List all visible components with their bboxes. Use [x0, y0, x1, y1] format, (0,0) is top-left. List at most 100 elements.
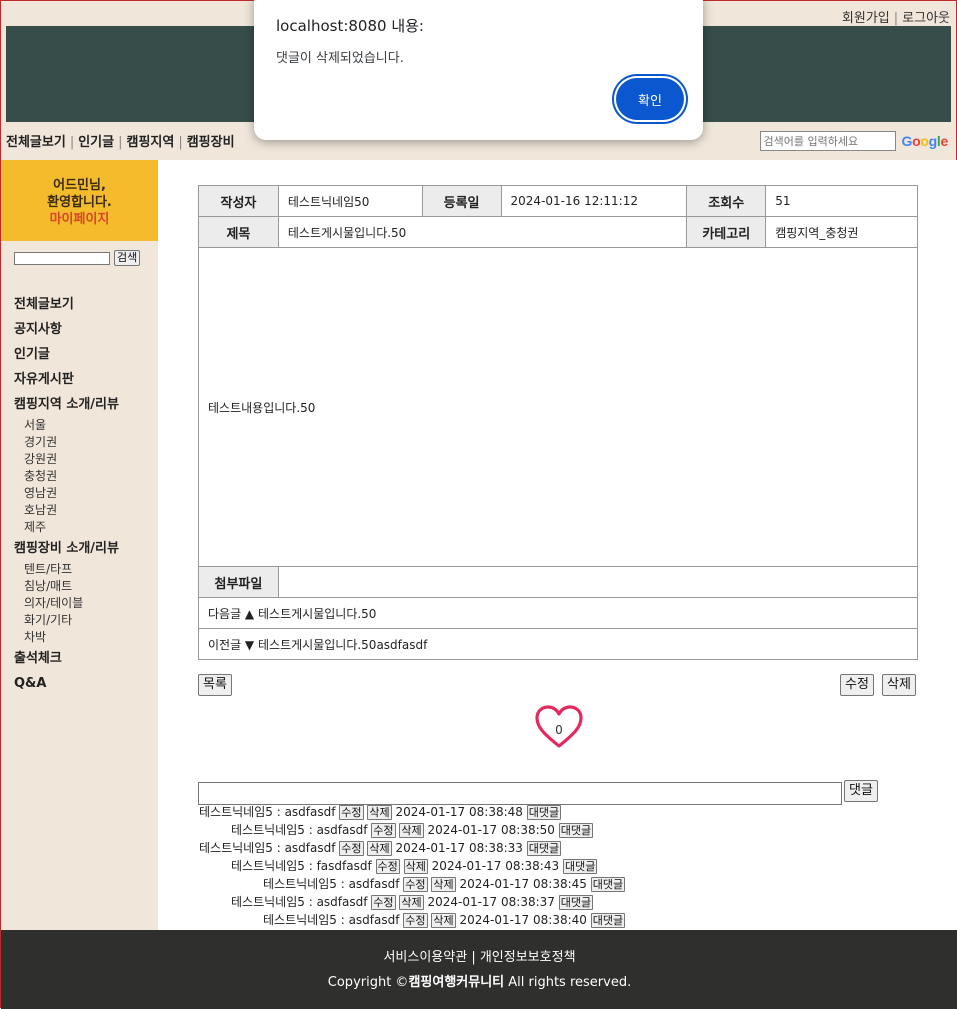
comment-author: 테스트닉네임5	[231, 895, 305, 909]
comment-edit-button[interactable]: 수정	[403, 877, 428, 892]
next-post-link[interactable]: 테스트게시물입니다.50	[258, 607, 376, 621]
comment-delete-button[interactable]: 삭제	[431, 877, 456, 892]
prev-post: 이전글 ▼ 테스트게시물입니다.50asdfasdf	[198, 628, 918, 660]
comment-author: 테스트닉네임5	[263, 913, 337, 927]
nav-camping-area[interactable]: 캠핑지역	[126, 135, 174, 150]
comment-delete-button[interactable]: 삭제	[403, 859, 428, 874]
nav-camping-gear[interactable]: 캠핑장비	[187, 135, 235, 150]
sidebar-search: 검색	[14, 250, 158, 266]
top-links: 회원가입 | 로그아웃	[842, 7, 950, 26]
comment-row: 테스트닉네임5 : asdfasdf 수정 삭제 2024-01-17 08:3…	[199, 805, 562, 820]
welcome-box: 어드민님, 환영합니다. 마이페이지	[1, 160, 158, 241]
sidebar-submenu-item[interactable]: 차박	[14, 629, 158, 646]
footer-brand: 캠핑여행커뮤니티	[408, 975, 505, 990]
copyright-suffix: All rights reserved.	[508, 975, 632, 990]
date-value: 2024-01-16 12:11:12	[500, 185, 688, 217]
comment-author: 테스트닉네임5	[231, 859, 305, 873]
attachment-value	[277, 566, 919, 598]
sidebar-menu-item[interactable]: 캠핑지역 소개/리뷰	[14, 392, 158, 417]
comment-text: asdfasdf	[316, 895, 368, 909]
signup-link[interactable]: 회원가입	[842, 11, 890, 26]
sidebar-submenu-item[interactable]: 충청권	[14, 468, 158, 485]
comment-date: 2024-01-17 08:38:40	[459, 913, 587, 927]
sidebar-menu-item[interactable]: 자유게시판	[14, 367, 158, 392]
sidebar-submenu-item[interactable]: 서울	[14, 417, 158, 434]
sidebar-submenu-item[interactable]: 경기권	[14, 434, 158, 451]
comment-edit-button[interactable]: 수정	[375, 859, 400, 874]
author-label: 작성자	[198, 185, 279, 217]
sidebar-submenu-item[interactable]: 텐트/타프	[14, 561, 158, 578]
comment-delete-button[interactable]: 삭제	[367, 841, 392, 856]
comment-date: 2024-01-17 08:38:50	[427, 823, 555, 837]
comment-submit-button[interactable]: 댓글	[844, 780, 878, 802]
comment-date: 2024-01-17 08:38:33	[395, 841, 523, 855]
category-label: 카테고리	[686, 216, 767, 248]
comment-reply-button[interactable]: 대댓글	[558, 823, 594, 838]
edit-button[interactable]: 수정	[840, 674, 874, 696]
sidebar-submenu-item[interactable]: 제주	[14, 519, 158, 536]
terms-link[interactable]: 서비스이용약관	[383, 950, 467, 965]
comment-delete-button[interactable]: 삭제	[367, 805, 392, 820]
comment-edit-button[interactable]: 수정	[339, 841, 364, 856]
views-value: 51	[765, 185, 918, 217]
comment-reply-button[interactable]: 대댓글	[590, 877, 626, 892]
mypage-link[interactable]: 마이페이지	[50, 212, 110, 227]
sidebar-menu-item[interactable]: Q&A	[14, 671, 158, 696]
google-logo: Google	[901, 133, 949, 149]
alert-dialog: localhost:8080 내용: 댓글이 삭제되었습니다. 확인	[254, 0, 703, 140]
comment-row: 테스트닉네임5 : asdfasdf 수정 삭제 2024-01-17 08:3…	[263, 877, 626, 892]
comment-reply-button[interactable]: 대댓글	[526, 841, 562, 856]
google-search-input[interactable]	[759, 131, 896, 151]
comment-delete-button[interactable]: 삭제	[431, 913, 456, 928]
sidebar-submenu-item[interactable]: 의자/테이블	[14, 595, 158, 612]
sidebar-search-button[interactable]: 검색	[114, 250, 141, 266]
sidebar-submenu-item[interactable]: 강원권	[14, 451, 158, 468]
delete-button[interactable]: 삭제	[882, 674, 916, 696]
comment-delete-button[interactable]: 삭제	[399, 895, 424, 910]
nav-popular[interactable]: 인기글	[78, 135, 114, 150]
comment-row: 테스트닉네임5 : asdfasdf 수정 삭제 2024-01-17 08:3…	[199, 841, 562, 856]
sidebar-submenu-item[interactable]: 화기/기타	[14, 612, 158, 629]
sidebar-menu-item[interactable]: 전체글보기	[14, 292, 158, 317]
privacy-link[interactable]: 개인정보보호정책	[480, 950, 576, 965]
comment-edit-button[interactable]: 수정	[371, 823, 396, 838]
dialog-ok-button[interactable]: 확인	[616, 78, 684, 120]
comment-author: 테스트닉네임5	[199, 805, 273, 819]
sidebar-search-input[interactable]	[14, 251, 110, 265]
sidebar-menu-item[interactable]: 캠핑장비 소개/리뷰	[14, 536, 158, 561]
sidebar-menu-item[interactable]: 인기글	[14, 342, 158, 367]
nav-all-posts[interactable]: 전체글보기	[6, 135, 66, 150]
sidebar-submenu-item[interactable]: 침낭/매트	[14, 578, 158, 595]
comment-reply-button[interactable]: 대댓글	[526, 805, 562, 820]
sidebar-menu: 전체글보기 공지사항 인기글 자유게시판 캠핑지역 소개/리뷰 서울 경기권 강원권 충청권 영남…	[14, 292, 158, 696]
separator: |	[69, 135, 75, 150]
comment-text: asdfasdf	[348, 877, 400, 891]
comment-reply-button[interactable]: 대댓글	[562, 859, 598, 874]
post-content: 작성자 테스트닉네임50 등록일 2024-01-16 12:11:12 조회수…	[158, 160, 957, 930]
comment-edit-button[interactable]: 수정	[403, 913, 428, 928]
comment-edit-button[interactable]: 수정	[371, 895, 396, 910]
sidebar-submenu-item[interactable]: 호남권	[14, 502, 158, 519]
title-label: 제목	[198, 216, 279, 248]
sidebar-menu-item[interactable]: 출석체크	[14, 646, 158, 671]
comment-delete-button[interactable]: 삭제	[399, 823, 424, 838]
comment-date: 2024-01-17 08:38:48	[395, 805, 523, 819]
logout-link[interactable]: 로그아웃	[902, 11, 950, 26]
comment-input[interactable]	[198, 782, 842, 805]
comment-edit-button[interactable]: 수정	[339, 805, 364, 820]
sidebar-submenu-item[interactable]: 영남권	[14, 485, 158, 502]
comment-reply-button[interactable]: 대댓글	[590, 913, 626, 928]
sidebar: 어드민님, 환영합니다. 마이페이지 검색 전체글보기 공지사항 인기글 자유게시판 캠…	[1, 160, 158, 930]
author-value: 테스트닉네임50	[277, 185, 423, 217]
category-value: 캠핑지역_충청권	[765, 216, 918, 248]
sidebar-menu-item[interactable]: 공지사항	[14, 317, 158, 342]
comment-text: asdfasdf	[316, 823, 368, 837]
comment-row: 테스트닉네임5 : asdfasdf 수정 삭제 2024-01-17 08:3…	[231, 823, 594, 838]
prev-post-link[interactable]: 테스트게시물입니다.50asdfasdf	[258, 638, 427, 652]
comment-reply-button[interactable]: 대댓글	[558, 895, 594, 910]
comment-text: asdfasdf	[284, 841, 336, 855]
list-button[interactable]: 목록	[198, 674, 232, 696]
next-post: 다음글 ▲ 테스트게시물입니다.50	[198, 597, 918, 629]
copyright-prefix: Copyright ©	[327, 975, 409, 990]
like-count: 0	[555, 723, 563, 737]
